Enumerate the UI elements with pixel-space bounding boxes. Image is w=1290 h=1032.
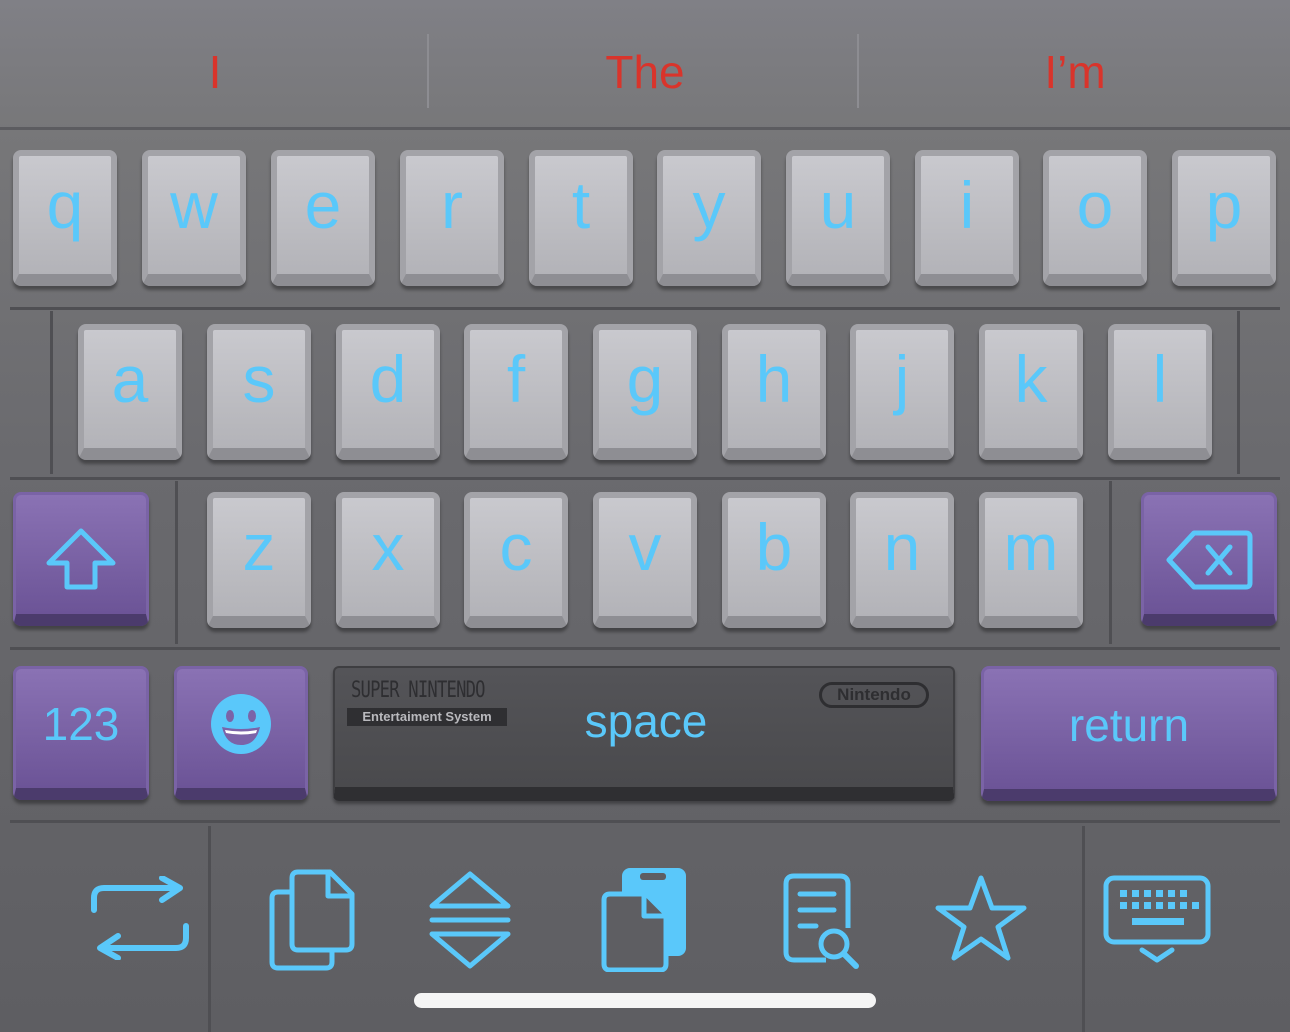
key-r[interactable]: r: [400, 150, 504, 286]
divider: [10, 477, 1280, 480]
key-q[interactable]: q: [13, 150, 117, 286]
key-l[interactable]: l: [1108, 324, 1212, 460]
key-g[interactable]: g: [593, 324, 697, 460]
divider: [50, 311, 53, 474]
backspace-icon: [1166, 530, 1253, 590]
key-p[interactable]: p: [1172, 150, 1276, 286]
emoji-smile-icon: [211, 694, 271, 754]
divider: [10, 647, 1280, 650]
shift-arrow-icon: [46, 528, 116, 590]
copy-icon[interactable]: [268, 868, 360, 977]
key-s[interactable]: s: [207, 324, 311, 460]
expand-collapse-icon[interactable]: [428, 870, 512, 975]
home-indicator[interactable]: [414, 993, 876, 1008]
divider: [1237, 311, 1240, 474]
key-a[interactable]: a: [78, 324, 182, 460]
suggestion-3[interactable]: I’m: [860, 40, 1290, 104]
space-key[interactable]: SUPER NINTENDO Entertaiment System space…: [333, 666, 955, 801]
key-k[interactable]: k: [979, 324, 1083, 460]
key-d[interactable]: d: [336, 324, 440, 460]
suggestion-bar: I The I’m: [0, 0, 1290, 130]
divider: [208, 826, 211, 1032]
clipboard-icon[interactable]: [600, 866, 692, 977]
divider: [0, 127, 1290, 130]
key-v[interactable]: v: [593, 492, 697, 628]
key-h[interactable]: h: [722, 324, 826, 460]
key-y[interactable]: y: [657, 150, 761, 286]
return-key[interactable]: return: [981, 666, 1277, 801]
key-f[interactable]: f: [464, 324, 568, 460]
key-z[interactable]: z: [207, 492, 311, 628]
divider: [175, 481, 178, 644]
document-search-icon[interactable]: [782, 872, 862, 975]
divider: [10, 820, 1280, 823]
key-b[interactable]: b: [722, 492, 826, 628]
switch-arrows-icon[interactable]: [88, 875, 192, 965]
divider: [1109, 481, 1112, 644]
divider: [1082, 826, 1085, 1032]
key-n[interactable]: n: [850, 492, 954, 628]
suggestion-2[interactable]: The: [430, 40, 860, 104]
key-m[interactable]: m: [979, 492, 1083, 628]
key-x[interactable]: x: [336, 492, 440, 628]
key-w[interactable]: w: [142, 150, 246, 286]
numbers-key[interactable]: 123: [13, 666, 149, 800]
nintendo-badge: Nintendo: [819, 682, 929, 708]
shift-key[interactable]: [13, 492, 149, 626]
divider: [10, 307, 1280, 310]
key-e[interactable]: e: [271, 150, 375, 286]
divider: [857, 34, 859, 108]
emoji-key[interactable]: [174, 666, 308, 800]
delete-key[interactable]: [1141, 492, 1277, 626]
star-icon[interactable]: [934, 874, 1028, 969]
keyboard-dismiss-icon[interactable]: [1102, 874, 1212, 969]
key-t[interactable]: t: [529, 150, 633, 286]
key-u[interactable]: u: [786, 150, 890, 286]
divider: [427, 34, 429, 108]
suggestion-1[interactable]: I: [0, 40, 430, 104]
key-c[interactable]: c: [464, 492, 568, 628]
key-i[interactable]: i: [915, 150, 1019, 286]
key-j[interactable]: j: [850, 324, 954, 460]
key-o[interactable]: o: [1043, 150, 1147, 286]
